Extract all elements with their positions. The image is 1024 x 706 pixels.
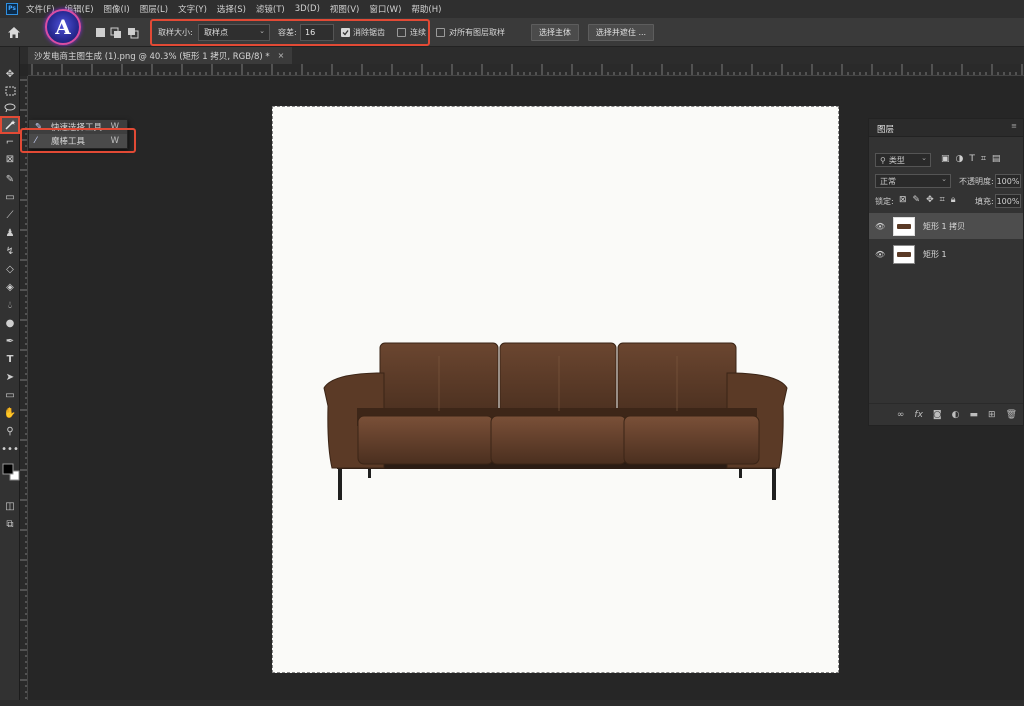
visibility-eye-icon[interactable]: 👁︎ xyxy=(875,222,887,231)
document-tab-title: 沙发电商主图生成 (1).png @ 40.3% (矩形 1 拷贝, RGB/8… xyxy=(34,51,270,62)
layer-row[interactable]: 👁︎ 矩形 1 xyxy=(869,241,1023,267)
more-tools-icon[interactable]: ••• xyxy=(1,442,19,456)
lasso-tool-icon[interactable] xyxy=(2,101,18,115)
quick-mask-icon[interactable]: ◫ xyxy=(2,499,18,513)
layers-footer: ∞ fx ◙ ◐ ▬ ⊞ 🗑︎ xyxy=(869,403,1023,425)
layer-row[interactable]: 👁︎ 矩形 1 拷贝 xyxy=(869,213,1023,239)
layer-name: 矩形 1 xyxy=(923,249,947,259)
photoshop-logo-icon: Ps xyxy=(6,3,18,15)
chevron-down-icon: ⌄ xyxy=(941,175,947,183)
layers-panel-title[interactable]: 图层 xyxy=(877,123,894,135)
type-tool-icon[interactable]: T xyxy=(2,352,18,366)
brush-tool-icon[interactable]: ⟋ xyxy=(2,208,18,222)
move-tool-icon[interactable]: ✥ xyxy=(2,67,18,81)
menu-filter[interactable]: 滤镜(T) xyxy=(256,3,285,15)
blur-tool-icon[interactable]: 💧︎ xyxy=(2,298,18,312)
document-tab[interactable]: 沙发电商主图生成 (1).png @ 40.3% (矩形 1 拷贝, RGB/8… xyxy=(28,47,293,64)
status-bar xyxy=(0,700,1024,706)
subtract-from-selection-icon[interactable] xyxy=(127,27,139,39)
screen-mode-icon[interactable]: ⧉ xyxy=(2,517,18,531)
dodge-tool-icon[interactable]: ● xyxy=(2,316,18,330)
menu-3d[interactable]: 3D(D) xyxy=(295,4,320,14)
link-layers-icon[interactable]: ∞ xyxy=(897,410,905,420)
color-swatches[interactable] xyxy=(2,461,20,483)
tools-panel: ✥ ⌐ ⊠ ✎ ▭ ⟋ ♟ ↯ ◇ ◈ 💧︎ ● ✒ T ➤ ▭ ✋ ⚲ •••… xyxy=(0,47,20,706)
document-canvas[interactable] xyxy=(272,106,839,673)
new-selection-icon[interactable] xyxy=(95,27,106,38)
eraser-tool-icon[interactable]: ◇ xyxy=(2,262,18,276)
search-icon: ⚲ xyxy=(880,155,886,165)
adjustment-layer-icon[interactable]: ◐ xyxy=(952,410,960,420)
home-icon[interactable] xyxy=(7,26,21,39)
eyedropper-tool-icon[interactable]: ✎ xyxy=(2,172,18,186)
tool-options-bar: 取样大小: 取样点 ⌄ 容差: 16 消除锯齿 连续 对所有图层取样 选择主体 … xyxy=(0,18,1024,47)
chevron-down-icon: ⌄ xyxy=(921,154,927,162)
close-tab-icon[interactable]: × xyxy=(278,51,285,60)
path-select-icon[interactable]: ➤ xyxy=(2,370,18,384)
sofa-image xyxy=(323,342,788,500)
magic-wand-tool-icon[interactable] xyxy=(0,116,20,134)
rectangle-tool-icon[interactable]: ▭ xyxy=(2,388,18,402)
menu-bar: Ps 文件(F) 编辑(E) 图像(I) 图层(L) 文字(Y) 选择(S) 滤… xyxy=(0,0,1024,18)
delete-layer-icon[interactable]: 🗑︎ xyxy=(1006,410,1017,420)
opacity-label: 不透明度: xyxy=(959,177,994,186)
sample-all-layers-checkbox[interactable] xyxy=(436,28,445,37)
lock-label: 锁定: xyxy=(875,197,894,206)
crop-tool-icon[interactable]: ⌐ xyxy=(2,135,18,149)
visibility-eye-icon[interactable]: 👁︎ xyxy=(875,250,887,259)
options-highlight-box xyxy=(150,19,430,46)
layer-filter-value: 类型 xyxy=(888,155,905,165)
healing-brush-icon[interactable]: ▭ xyxy=(2,190,18,204)
blend-mode-value: 正常 xyxy=(880,176,896,186)
history-brush-icon[interactable]: ↯ xyxy=(2,244,18,258)
layers-panel: 图层 ≡ ⚲ 类型 ⌄ ▣◑T⌗▤ 正常 ⌄ 不透明度: 100% 锁定: ⊠✎… xyxy=(868,118,1024,426)
sample-all-layers-label: 对所有图层取样 xyxy=(449,28,505,37)
menu-window[interactable]: 窗口(W) xyxy=(369,3,401,15)
menu-help[interactable]: 帮助(H) xyxy=(411,3,441,15)
add-mask-icon[interactable]: ◙ xyxy=(933,410,942,420)
menu-layer[interactable]: 图层(L) xyxy=(140,3,168,15)
brand-badge-icon: A xyxy=(45,9,81,45)
fill-label: 填充: xyxy=(975,197,994,206)
menu-view[interactable]: 视图(V) xyxy=(330,3,359,15)
vertical-ruler xyxy=(20,76,28,706)
new-group-icon[interactable]: ▬ xyxy=(970,410,979,420)
add-to-selection-icon[interactable] xyxy=(110,27,122,39)
fill-input[interactable]: 100% xyxy=(995,194,1021,208)
lock-icons[interactable]: ⊠✎✥⌗🔒︎ xyxy=(899,195,961,205)
layer-filter-icons[interactable]: ▣◑T⌗▤ xyxy=(941,154,1006,164)
select-subject-button[interactable]: 选择主体 xyxy=(531,24,579,41)
fx-icon[interactable]: fx xyxy=(914,410,923,420)
opacity-input[interactable]: 100% xyxy=(995,174,1021,188)
panel-menu-icon[interactable]: ≡ xyxy=(1011,122,1017,130)
layer-thumbnail xyxy=(893,216,915,236)
hand-tool-icon[interactable]: ✋ xyxy=(2,406,18,420)
horizontal-ruler xyxy=(28,64,1024,76)
flyout-highlight-box xyxy=(20,128,136,153)
layer-name: 矩形 1 拷贝 xyxy=(923,221,966,231)
new-layer-icon[interactable]: ⊞ xyxy=(988,410,996,420)
paint-bucket-icon[interactable]: ◈ xyxy=(2,280,18,294)
marquee-tool-icon[interactable] xyxy=(2,84,18,98)
layer-filter-select[interactable]: ⚲ 类型 ⌄ xyxy=(875,153,931,167)
zoom-tool-icon[interactable]: ⚲ xyxy=(2,424,18,438)
menu-type[interactable]: 文字(Y) xyxy=(178,3,207,15)
select-and-mask-button[interactable]: 选择并遮住 ... xyxy=(588,24,654,41)
blend-mode-select[interactable]: 正常 ⌄ xyxy=(875,174,951,188)
clone-stamp-icon[interactable]: ♟ xyxy=(2,226,18,240)
layer-thumbnail xyxy=(893,244,915,264)
frame-tool-icon[interactable]: ⊠ xyxy=(2,152,18,166)
menu-image[interactable]: 图像(I) xyxy=(104,3,130,15)
layers-panel-header: 图层 ≡ xyxy=(869,119,1023,137)
pen-tool-icon[interactable]: ✒ xyxy=(2,334,18,348)
menu-select[interactable]: 选择(S) xyxy=(217,3,246,15)
